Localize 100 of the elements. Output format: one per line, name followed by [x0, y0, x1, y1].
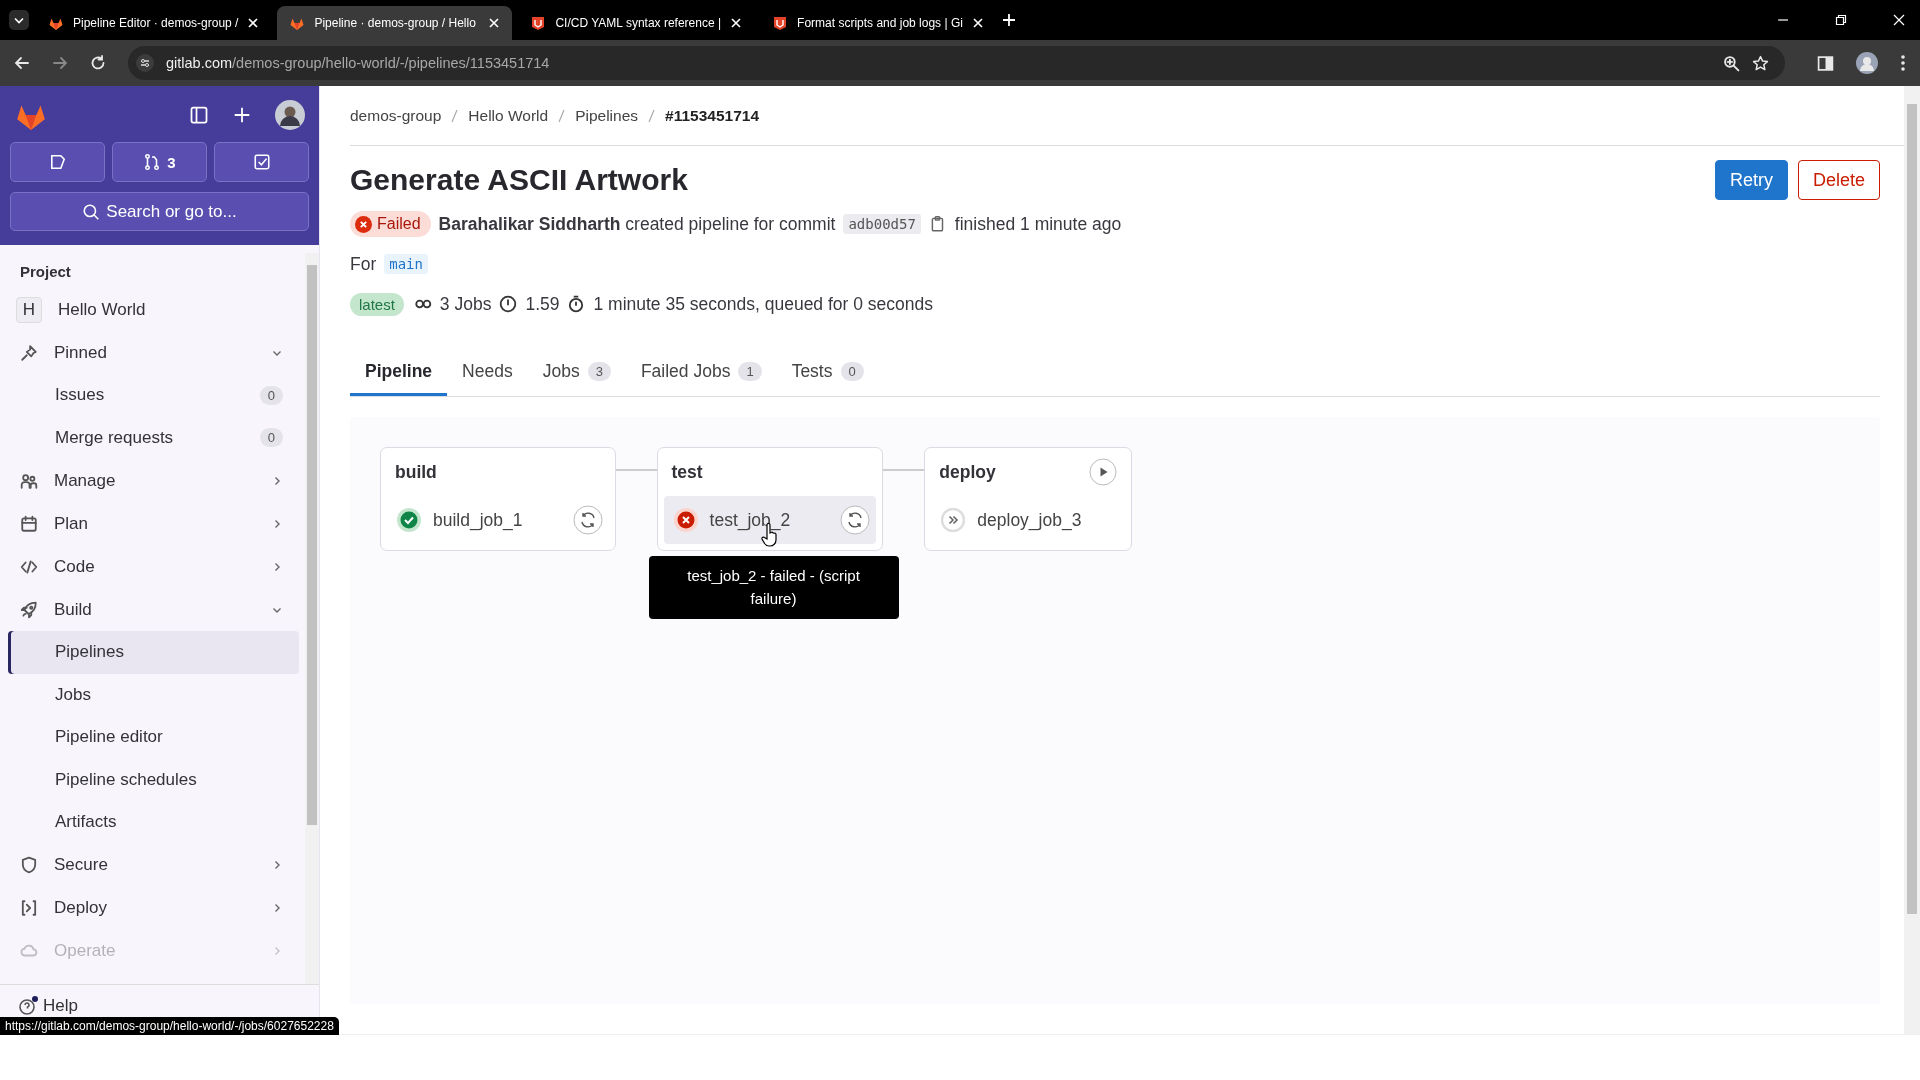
tab[interactable]: Needs — [447, 346, 528, 396]
close-icon[interactable] — [730, 17, 743, 29]
scrollbar[interactable] — [305, 253, 319, 984]
tab[interactable]: Pipeline — [350, 346, 448, 396]
side-panel-icon[interactable] — [1817, 54, 1834, 72]
timer-icon — [567, 295, 586, 313]
forward-icon[interactable] — [52, 55, 68, 71]
browser-tab[interactable]: Pipeline · demos-group / Hello — [277, 6, 513, 40]
merge-requests-button[interactable]: 3 — [112, 142, 207, 182]
restore-icon[interactable] — [1834, 13, 1848, 27]
back-icon[interactable] — [14, 55, 30, 71]
nav-subitem[interactable]: Artifacts — [8, 801, 299, 844]
compute-icon — [499, 295, 518, 313]
breadcrumb-link[interactable]: Hello World — [468, 106, 549, 125]
help-icon — [18, 995, 40, 1017]
scrollbar[interactable] — [1904, 86, 1920, 1034]
status-url: https://gitlab.com/demos-group/hello-world/-/jobs/6027652228 — [0, 1017, 339, 1035]
tab-search-icon[interactable] — [8, 9, 30, 31]
nav-item[interactable]: Pinned — [8, 331, 299, 374]
stage-name: build — [395, 461, 437, 483]
document-logo-icon — [530, 15, 547, 31]
close-icon[interactable] — [247, 17, 260, 29]
issues-button[interactable] — [10, 142, 105, 182]
address-bar[interactable]: gitlab.com/demos-group/hello-world/-/pipelines/1153451714 — [128, 46, 1785, 80]
profile-avatar-icon[interactable] — [1856, 52, 1878, 74]
plus-icon[interactable] — [233, 106, 251, 124]
breadcrumb-separator-icon — [451, 108, 459, 123]
nav-subitem[interactable]: Merge requests 0 — [8, 416, 299, 459]
status-badge: Failed — [350, 211, 431, 237]
code-icon — [20, 557, 38, 576]
breadcrumb-link[interactable]: #1153451714 — [665, 106, 760, 125]
pipeline-summary: Barahalikar Siddharth created pipeline for commit — [438, 213, 836, 235]
calendar-icon — [20, 514, 38, 533]
browser-tab[interactable]: CI/CD YAML syntax reference | — [518, 6, 755, 40]
tab[interactable]: Failed Jobs 1 — [625, 346, 777, 396]
pin-icon — [20, 343, 38, 362]
deploy-icon — [20, 899, 38, 917]
tab[interactable]: Tests 0 — [776, 346, 879, 396]
document-logo-icon — [772, 15, 789, 31]
tab-title: Format scripts and job logs | Gi — [797, 16, 963, 30]
nav-subitem[interactable]: Pipeline editor — [8, 716, 299, 759]
nav-item[interactable]: Manage — [8, 459, 299, 502]
jobs-count: 3 Jobs — [439, 293, 492, 315]
bookmark-star-icon[interactable] — [1752, 54, 1769, 72]
nav-subitem[interactable]: Pipelines — [8, 631, 299, 674]
stage-name: test — [671, 461, 703, 483]
browser-tab[interactable]: Pipeline Editor · demos-group / — [36, 6, 272, 40]
job-item[interactable]: build_job_1 — [387, 496, 609, 544]
sidebar-toggle-icon[interactable] — [189, 105, 209, 125]
nav-subitem[interactable]: Issues 0 — [8, 374, 299, 417]
branch-link[interactable]: main — [384, 254, 428, 274]
nav-subitem[interactable]: Jobs — [8, 673, 299, 716]
retry-button-icon[interactable] — [572, 505, 603, 535]
tab[interactable]: Jobs 3 — [527, 346, 626, 396]
user-avatar-icon[interactable] — [275, 100, 305, 130]
nav-item[interactable]: Secure — [8, 843, 299, 887]
latest-badge: latest — [350, 292, 404, 316]
breadcrumb-link[interactable]: Pipelines — [575, 106, 639, 125]
tab-title: Pipeline · demos-group / Hello — [314, 16, 477, 30]
breadcrumb-separator-icon — [558, 108, 566, 123]
reload-icon[interactable] — [90, 55, 106, 71]
play-button-icon[interactable] — [1089, 458, 1118, 486]
section-label: Project — [19, 262, 72, 282]
count-badge: 0 — [259, 385, 283, 405]
commit-sha[interactable]: adb00d57 — [843, 214, 921, 234]
ref-label: For — [350, 253, 377, 275]
issues-icon — [48, 153, 67, 171]
browser-tab[interactable]: Format scripts and job logs | Gi — [760, 6, 996, 40]
retry-button[interactable]: Retry — [1714, 160, 1788, 200]
search-button[interactable]: Search or go to... — [10, 192, 309, 231]
nav-subitem[interactable]: Pipeline schedules — [8, 758, 299, 801]
nav-item[interactable]: Build — [8, 588, 299, 631]
project-link[interactable]: H Hello World — [8, 288, 299, 331]
more-menu-icon[interactable] — [1900, 54, 1906, 72]
retry-button-icon[interactable] — [840, 505, 871, 535]
project-avatar: H — [16, 296, 42, 323]
delete-button[interactable]: Delete — [1797, 160, 1880, 200]
rocket-icon — [20, 600, 38, 619]
connector-line — [883, 469, 925, 471]
breadcrumb-link[interactable]: demos-group — [350, 106, 442, 125]
job-item[interactable]: deploy_job_3 — [931, 496, 1126, 544]
new-tab-icon[interactable] — [1001, 13, 1016, 27]
connector-line — [615, 469, 657, 471]
shield-icon — [20, 856, 38, 874]
help-link[interactable]: Help — [18, 995, 301, 1017]
duration-text: 1 minute 35 seconds, queued for 0 seconds — [593, 293, 934, 315]
nav-item[interactable]: Plan — [8, 502, 299, 545]
url-text: gitlab.com/demos-group/hello-world/-/pipelines/1153451714 — [166, 55, 550, 71]
breadcrumb-separator-icon — [648, 108, 656, 123]
close-icon[interactable] — [488, 17, 501, 29]
close-icon[interactable] — [971, 17, 984, 29]
tab-title: Pipeline Editor · demos-group / — [73, 16, 239, 30]
site-settings-icon[interactable] — [136, 54, 154, 72]
merge-request-icon — [143, 153, 162, 171]
close-icon[interactable] — [1892, 13, 1906, 27]
compute-minutes: 1.59 — [525, 293, 560, 315]
nav-item[interactable]: Deploy — [8, 886, 299, 930]
todo-button[interactable] — [214, 142, 309, 182]
zoom-icon[interactable] — [1723, 54, 1740, 72]
nav-item[interactable]: Code — [8, 545, 299, 588]
